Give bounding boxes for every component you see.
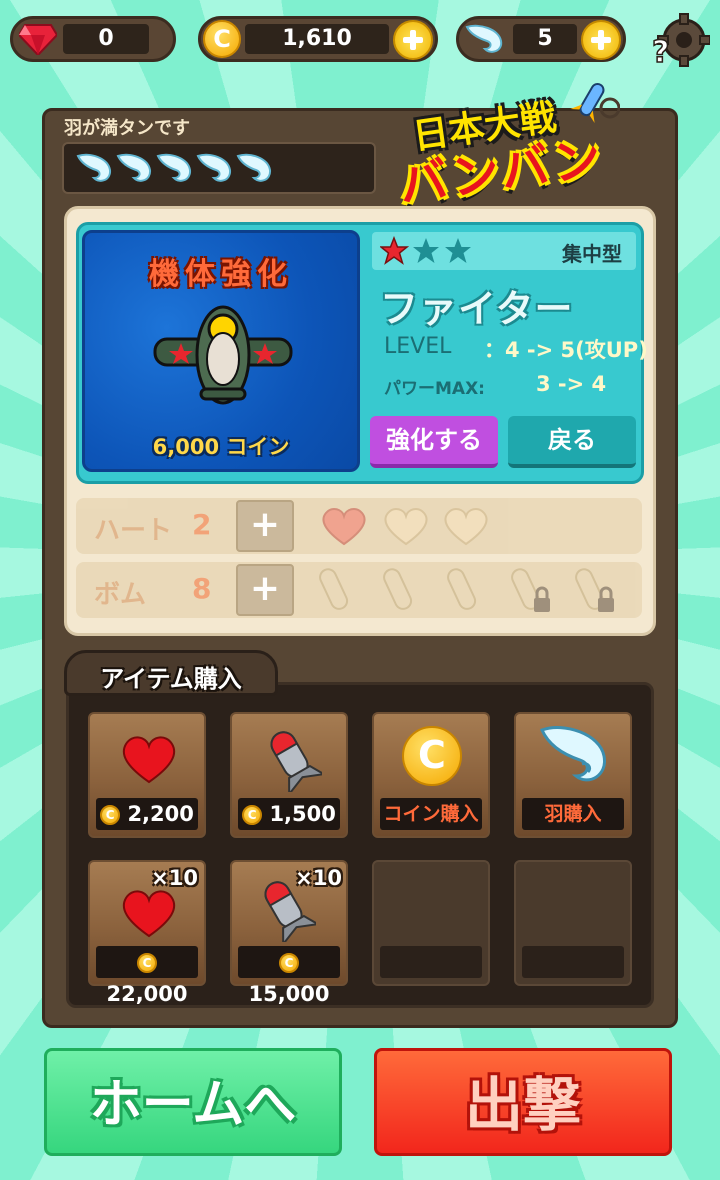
rank-header: 集中型: [372, 232, 636, 270]
coin-counter: C 1,610: [198, 16, 438, 62]
hearts-count: 2: [192, 508, 212, 541]
hearts-row: ハート 2 +: [76, 498, 642, 554]
shop-slot-empty: [372, 860, 490, 986]
gem-count: 0: [63, 24, 149, 54]
wing-count: 5: [513, 24, 577, 54]
shop-item-price: C 15,000: [238, 946, 340, 1006]
heart-icon: [120, 734, 178, 788]
shop-item-label: コイン購入: [380, 798, 482, 830]
add-heart-button[interactable]: +: [236, 500, 294, 552]
shop-item-heart[interactable]: C 2,200: [88, 712, 206, 838]
bombs-count: 8: [192, 572, 212, 605]
lock-icon: [534, 586, 614, 612]
coin-icon: C: [242, 805, 263, 825]
power-label: パワーMAX:: [384, 379, 485, 399]
wing-icon: [538, 722, 612, 792]
shop-item-label: 羽購入: [522, 798, 624, 830]
shop-item-price: [522, 946, 624, 978]
coin-count: 1,610: [245, 24, 389, 54]
sortie-button[interactable]: 出撃: [374, 1048, 672, 1156]
power-value: 3 -> 4: [536, 372, 607, 396]
bomb-slots: [316, 564, 626, 620]
shop-item-price: C 1,500: [238, 798, 340, 830]
coin-icon: C: [402, 726, 462, 786]
shop-item-buy-wings[interactable]: 羽購入: [514, 712, 632, 838]
bombs-label: ボム: [94, 580, 147, 610]
bombs-row: ボム 8 +: [76, 562, 642, 618]
bomb-icon: [262, 726, 327, 797]
gem-counter: 0: [10, 16, 176, 62]
wing-stock-bar: [62, 142, 376, 194]
add-bomb-button[interactable]: +: [236, 564, 294, 616]
shop-item-heart-x10[interactable]: ×10 C 22,000: [88, 860, 206, 1006]
shop-item-bomb-x10[interactable]: ×10 C 15,000: [230, 860, 348, 1006]
wing-status-text: 羽が満タンです: [64, 118, 190, 139]
upgrade-title: 機体強化: [149, 257, 293, 292]
fighter-plane-icon: [153, 299, 293, 409]
heart-slots: [320, 506, 500, 550]
gem-icon: [17, 23, 59, 57]
shop-item-price: [380, 946, 482, 978]
coin-icon: C: [279, 953, 299, 973]
shop-slot-empty: [514, 860, 632, 986]
svg-text:?: ?: [652, 35, 669, 68]
quantity-badge: ×10: [151, 866, 198, 890]
heart-icon: [120, 888, 178, 942]
wing-counter: 5: [456, 16, 626, 62]
coin-icon: C: [100, 805, 121, 825]
level-value: ：4 -> 5(攻UP): [484, 338, 648, 362]
quantity-badge: ×10: [295, 866, 342, 890]
type-label: 集中型: [562, 242, 622, 266]
upgrade-button[interactable]: 強化する: [370, 416, 498, 468]
aircraft-name: ファイター: [380, 287, 574, 331]
add-coins-button[interactable]: [393, 20, 433, 60]
logo-rocket-icon: [560, 78, 621, 128]
star-rating: [378, 235, 476, 270]
shop-title-tab: アイテム購入: [64, 650, 278, 696]
shop-item-price: C 2,200: [96, 798, 198, 830]
wing-icon: [465, 23, 505, 55]
level-label: LEVEL: [384, 334, 452, 359]
shop-item-price: C 22,000: [96, 946, 198, 1006]
shop-item-buy-coins[interactable]: C コイン購入: [372, 712, 490, 838]
wing-stock-icons: [74, 150, 284, 192]
upgrade-cost: 6,000 コイン: [152, 435, 290, 459]
hearts-label: ハート: [94, 516, 173, 546]
back-button[interactable]: 戻る: [508, 416, 636, 468]
coin-icon: C: [203, 20, 241, 58]
add-wings-button[interactable]: [581, 20, 621, 60]
coin-icon: C: [137, 953, 157, 973]
aircraft-preview: 機体強化 6,000 コイン: [82, 230, 360, 472]
home-button[interactable]: ホームへ: [44, 1048, 342, 1156]
settings-gear-icon[interactable]: ?: [650, 12, 711, 71]
shop-title: アイテム購入: [100, 665, 242, 693]
game-logo: 日本大戦 バンバン: [392, 78, 672, 214]
shop-item-bomb[interactable]: C 1,500: [230, 712, 348, 838]
